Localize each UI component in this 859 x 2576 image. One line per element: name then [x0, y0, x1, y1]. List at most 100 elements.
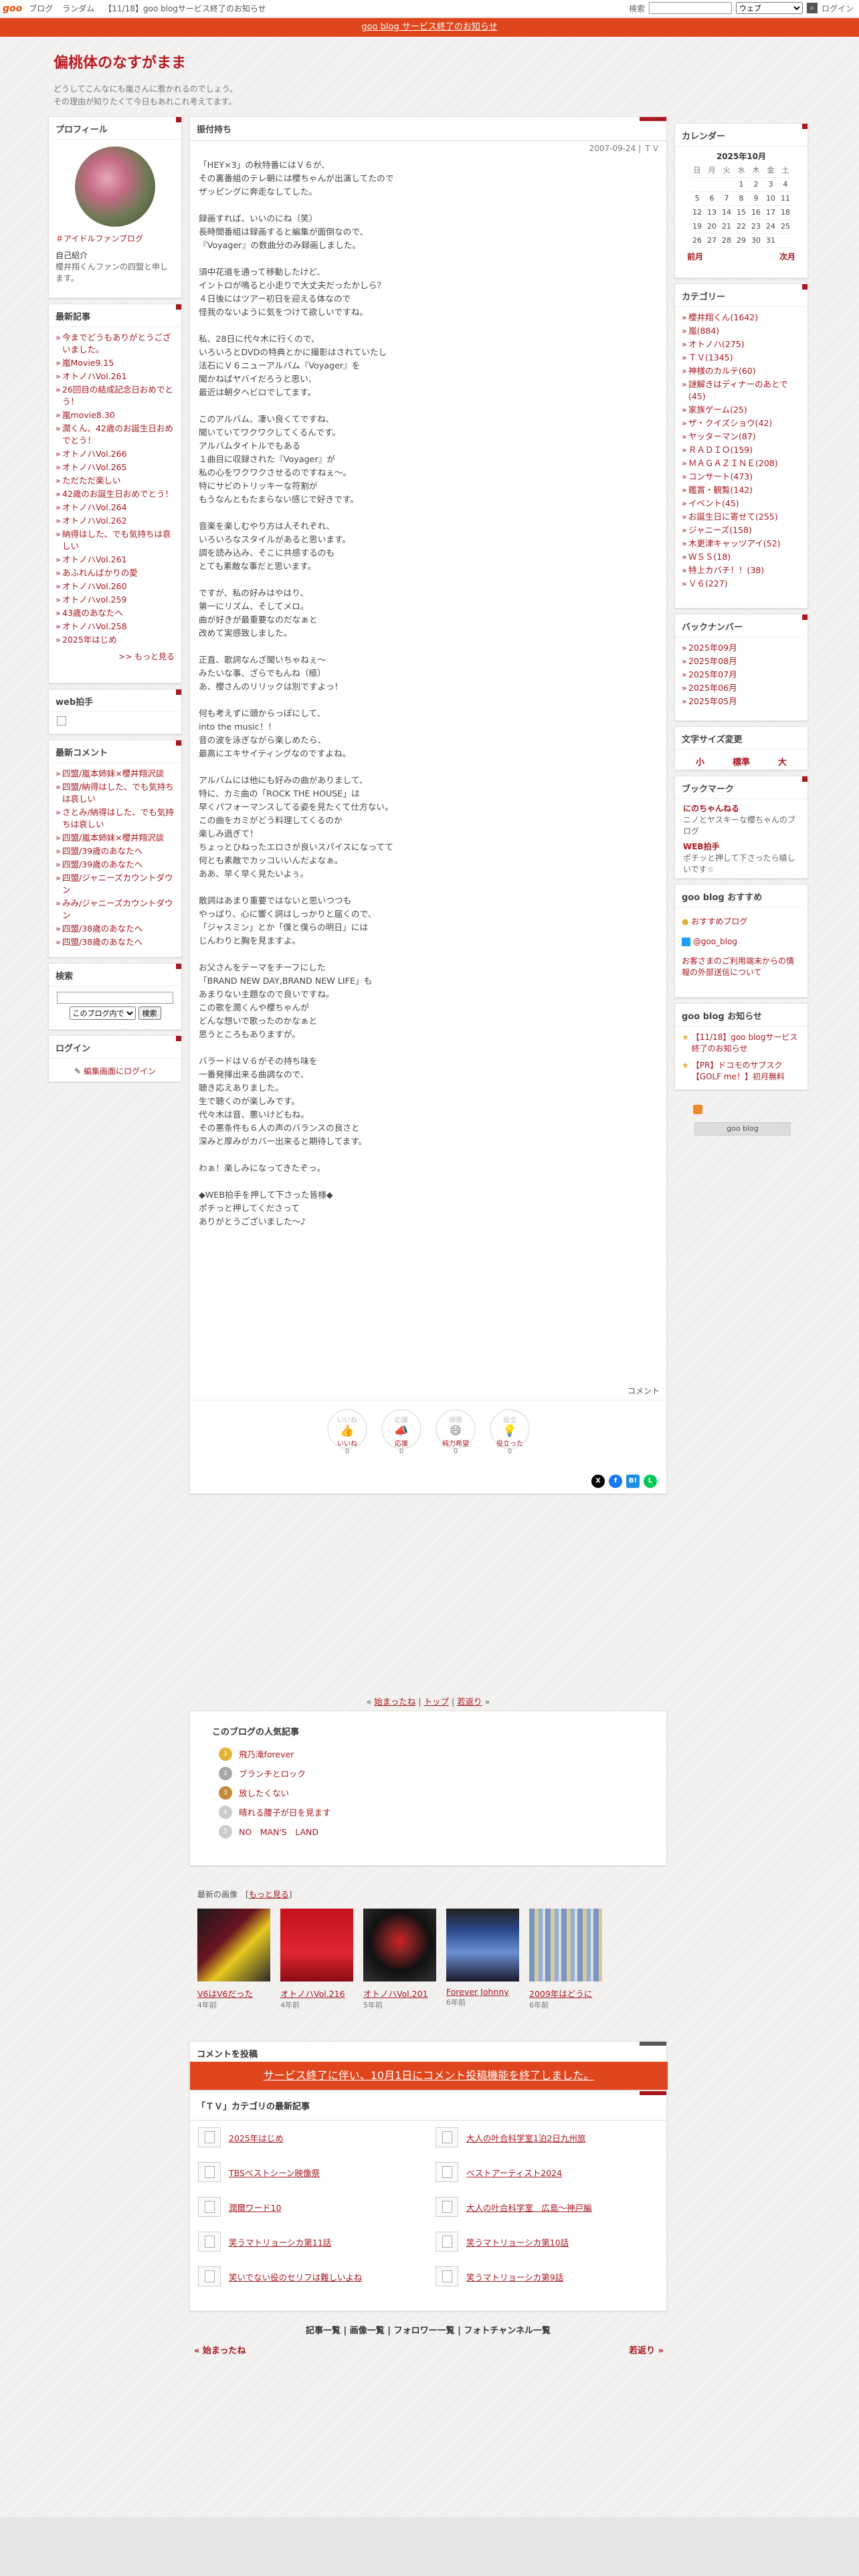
recent-post-link[interactable]: ただただ楽しい: [56, 474, 175, 488]
calendar-day[interactable]: 9: [749, 191, 763, 206]
calendar-day[interactable]: 13: [704, 205, 719, 220]
recent-post-link[interactable]: オトノハvol.259: [56, 593, 175, 607]
comment-link[interactable]: コメント: [628, 1385, 660, 1396]
tv-article-link[interactable]: TBSベストシーン映像祭: [198, 2162, 422, 2182]
thumb-item[interactable]: オトノハVol.216 4年前: [280, 1909, 353, 2010]
thumb-item[interactable]: V6はV6だった 4年前: [197, 1909, 270, 2010]
rss-icon[interactable]: [693, 1105, 702, 1114]
calendar-day[interactable]: 1: [734, 177, 749, 192]
post-title[interactable]: 振付持ち: [190, 117, 666, 141]
thumb-image[interactable]: [197, 1909, 270, 1981]
tv-article-link[interactable]: 大人の叶合科学室1泊2日九州旅: [436, 2127, 660, 2147]
bookmark-link-1[interactable]: にのちゃんねる: [683, 803, 799, 815]
category-link[interactable]: お誕生日に寄せて(255): [682, 510, 801, 524]
calendar-day[interactable]: 14: [719, 205, 734, 220]
calendar-day[interactable]: 11: [778, 191, 793, 206]
line-share-icon[interactable]: L: [644, 1475, 657, 1488]
blog-search-scope[interactable]: このブログ内で: [69, 1006, 136, 1020]
category-link[interactable]: ＭＡＧＡＺＩＮＥ(208): [682, 457, 801, 470]
reaction-cheer[interactable]: 応援 📣 応援 0: [381, 1409, 421, 1455]
next-post-link[interactable]: 若返り: [457, 1697, 482, 1707]
all-images-link[interactable]: 画像一覧: [350, 2326, 385, 2336]
info-link-2[interactable]: 【PR】ドコモのサブスク【GOLF me！】初月無料: [692, 1060, 801, 1083]
thumb-image[interactable]: [280, 1909, 353, 1981]
profile-tag[interactable]: ＃アイドルファンブログ: [56, 233, 175, 245]
calendar-day[interactable]: 19: [690, 219, 704, 234]
category-link[interactable]: 神様のカルテ(60): [682, 364, 801, 378]
category-link[interactable]: オトノハ(275): [682, 338, 801, 351]
recent-post-link[interactable]: 嵐movie8.30: [56, 409, 175, 422]
more-posts-link[interactable]: >> もっと見る: [49, 651, 181, 662]
font-large-button[interactable]: 大: [778, 755, 787, 768]
category-link[interactable]: 嵐(884): [682, 324, 801, 338]
reaction-useful[interactable]: 役立 💡 役立った 0: [490, 1409, 530, 1455]
thumb-image[interactable]: [529, 1909, 602, 1981]
info-link-1[interactable]: 【11/18】goo blogサービス終了のお知らせ: [692, 1032, 801, 1055]
recent-post-link[interactable]: 今までどうもありがとうございました。: [56, 331, 175, 356]
recent-post-link[interactable]: オトノハVol.265: [56, 461, 175, 474]
recent-post-link[interactable]: オトノハVol.266: [56, 447, 175, 461]
header-search-input[interactable]: [648, 2, 732, 14]
category-link[interactable]: 櫻井翔くん(1642): [682, 311, 801, 324]
recent-post-link[interactable]: 26回目の結成記念日おめでとう！: [56, 383, 175, 409]
prev-month-link[interactable]: 前月: [687, 251, 703, 262]
edit-login-link[interactable]: 編集画面にログイン: [84, 1067, 156, 1076]
calendar-day[interactable]: 24: [763, 219, 778, 234]
thumb-image[interactable]: [446, 1909, 519, 1981]
recent-post-link[interactable]: 嵐Movie9.15: [56, 356, 175, 370]
tv-article-link[interactable]: 笑うマトリョーシカ第10話: [436, 2232, 660, 2252]
recent-comment-link[interactable]: 四盟/39歳のあなたへ: [56, 845, 175, 858]
category-link[interactable]: イベント(45): [682, 497, 801, 510]
calendar-day[interactable]: 29: [734, 233, 749, 248]
thumb-item[interactable]: Forever Johnny 6年前: [446, 1909, 519, 2010]
backnumber-link[interactable]: 2025年06月: [682, 681, 801, 695]
tv-article-link[interactable]: 笑いでない役のセリフは難しいよね: [198, 2266, 422, 2286]
footer-next-link[interactable]: 若返り »: [622, 2343, 664, 2356]
prev-post-link[interactable]: 始まったね: [374, 1697, 415, 1707]
recent-post-link[interactable]: あふれんばかりの愛: [56, 566, 175, 580]
recent-post-link[interactable]: オトノハVol.258: [56, 620, 175, 633]
webclap-image-icon[interactable]: [57, 716, 66, 726]
images-more-link[interactable]: もっと見る: [249, 1890, 289, 1899]
calendar-day[interactable]: 4: [778, 177, 793, 192]
recent-post-link[interactable]: オトノハVol.262: [56, 514, 175, 528]
recommend-blog-link[interactable]: おすすめブログ: [691, 917, 747, 926]
search-scope-select[interactable]: ウェブ: [735, 2, 803, 14]
calendar-day[interactable]: 20: [704, 219, 719, 234]
calendar-day[interactable]: 3: [763, 177, 778, 192]
calendar-day[interactable]: 21: [719, 219, 734, 234]
photo-channel-link[interactable]: フォトチャンネル一覧: [464, 2326, 551, 2336]
category-link[interactable]: 家族ゲーム(25): [682, 403, 801, 417]
category-link[interactable]: 特上カバチ！！(38): [682, 564, 801, 577]
blog-search-button[interactable]: 検索: [138, 1006, 161, 1020]
category-link[interactable]: ヤッターマン(87): [682, 430, 801, 443]
category-link[interactable]: コンサート(473): [682, 470, 801, 484]
tv-article-link[interactable]: 2025年はじめ: [198, 2127, 422, 2147]
backnumber-link[interactable]: 2025年07月: [682, 668, 801, 681]
nav-random[interactable]: ランダム: [62, 3, 94, 14]
next-month-link[interactable]: 次月: [779, 251, 795, 262]
popular-item[interactable]: 4 晴れる腰子が日を見ます: [190, 1802, 666, 1822]
facebook-share-icon[interactable]: f: [609, 1475, 622, 1488]
nav-blog[interactable]: ブログ: [29, 3, 53, 14]
goo-logo[interactable]: goo: [3, 3, 22, 14]
recent-comment-link[interactable]: さとみ/納得はした、でも気持ちは哀しい: [56, 806, 175, 831]
backnumber-link[interactable]: 2025年05月: [682, 695, 801, 708]
recent-comment-link[interactable]: 四盟/嵐本姉妹×櫻井翔沢談: [56, 831, 175, 845]
font-normal-button[interactable]: 標準: [733, 755, 750, 768]
recent-post-link[interactable]: 納得はした、でも気持ちは哀しい: [56, 528, 175, 553]
bookmark-link-2[interactable]: WEB拍手: [683, 841, 799, 853]
calendar-day[interactable]: 27: [704, 233, 719, 248]
calendar-day[interactable]: 6: [704, 191, 719, 206]
recent-post-link[interactable]: オトノハVol.261: [56, 553, 175, 566]
recent-comment-link[interactable]: 四盟/ジャニーズカウントダウン: [56, 871, 175, 897]
calendar-day[interactable]: 2: [749, 177, 763, 192]
recent-comment-link[interactable]: 四盟/39歳のあなたへ: [56, 858, 175, 871]
recent-comment-link[interactable]: 四盟/38歳のあなたへ: [56, 922, 175, 936]
popular-item[interactable]: 5 NO MAN'S LAND: [190, 1822, 666, 1841]
recent-comment-link[interactable]: 四盟/納得はした、でも気持ちは哀しい: [56, 780, 175, 806]
calendar-day[interactable]: 8: [734, 191, 749, 206]
avatar[interactable]: [75, 146, 155, 227]
backnumber-link[interactable]: 2025年09月: [682, 641, 801, 655]
category-link[interactable]: ＷＳＳ(18): [682, 550, 801, 564]
